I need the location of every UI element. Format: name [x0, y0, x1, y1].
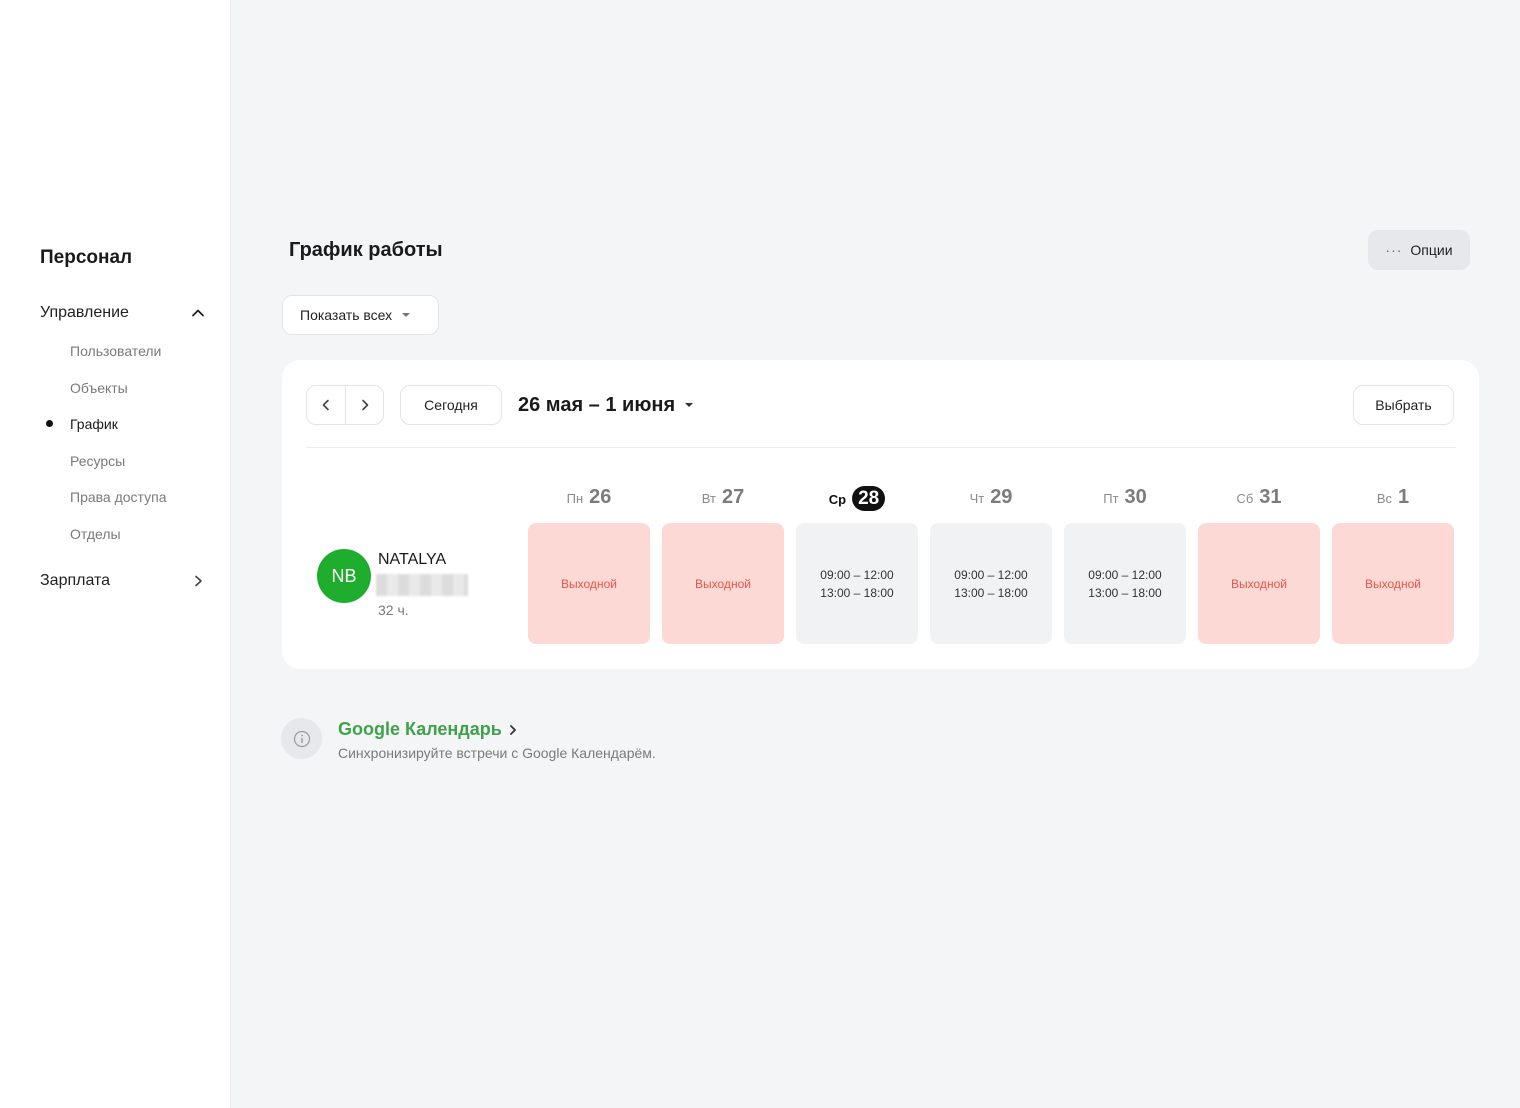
time-slot: 13:00 – 18:00: [820, 585, 894, 600]
info-icon: [281, 718, 322, 759]
chevron-right-icon: [509, 724, 516, 735]
prev-week-button[interactable]: [307, 386, 345, 424]
sidebar-group-salary[interactable]: Зарплата: [40, 568, 205, 594]
day-date: 29: [990, 486, 1013, 508]
page-title: График работы: [289, 239, 443, 261]
sidebar: Персонал Управление Пользователи Объекты…: [0, 0, 231, 1108]
chevron-right-icon: [361, 399, 368, 411]
shift-cell-off[interactable]: Выходной: [662, 523, 784, 644]
show-all-label: Показать всех: [300, 307, 393, 323]
google-calendar-label: Google Календарь: [338, 719, 502, 739]
sidebar-group-label: Зарплата: [40, 572, 111, 589]
day-header: Чт 29: [930, 486, 1052, 512]
day-name: Вт: [701, 491, 716, 506]
day-name: Вс: [1376, 491, 1393, 506]
day-off-label: Выходной: [695, 576, 751, 591]
sidebar-title: Персонал: [40, 247, 133, 268]
day-off-label: Выходной: [561, 576, 617, 591]
day-name: Пт: [1103, 491, 1119, 506]
day-date: 31: [1259, 486, 1282, 508]
redacted-surname: [376, 574, 468, 596]
caret-down-icon: [685, 403, 694, 407]
day-name: Сб: [1236, 491, 1254, 506]
caret-down-icon: [402, 313, 411, 317]
day-header: Вт 27: [662, 486, 784, 512]
sidebar-item-departments[interactable]: Отделы: [70, 524, 121, 544]
day-off-label: Выходной: [1231, 576, 1287, 591]
time-slot: 09:00 – 12:00: [1088, 567, 1162, 582]
week-navigation: [306, 385, 384, 425]
shift-cell-off[interactable]: Выходной: [1198, 523, 1320, 644]
day-date: 27: [721, 486, 745, 508]
today-button[interactable]: Сегодня: [400, 385, 502, 425]
day-name: Чт: [969, 491, 985, 506]
date-range-label: 26 мая – 1 июня: [518, 393, 676, 416]
day-header: Вс 1: [1332, 486, 1454, 512]
sidebar-item-objects[interactable]: Объекты: [70, 378, 128, 398]
google-calendar-description: Синхронизируйте встречи с Google Календа…: [338, 745, 656, 761]
day-date-badge: 28: [852, 486, 886, 511]
day-name: Ср: [828, 492, 847, 507]
google-calendar-link[interactable]: Google Календарь: [338, 719, 518, 740]
day-name: Пн: [566, 491, 584, 506]
employee-name[interactable]: NATALYA: [378, 551, 446, 569]
shift-cell-off[interactable]: Выходной: [528, 523, 650, 644]
sidebar-group-label: Управление: [40, 304, 129, 321]
day-header: Пн 26: [528, 486, 650, 512]
sidebar-item-access-rights[interactable]: Права доступа: [70, 487, 166, 507]
day-off-label: Выходной: [1365, 576, 1421, 591]
active-indicator-dot: [46, 420, 53, 427]
day-header: Пт 30: [1064, 486, 1186, 512]
day-header: Сб 31: [1198, 486, 1320, 512]
more-dots-icon: ···: [1385, 242, 1403, 258]
chevron-up-icon: [191, 306, 205, 320]
chevron-left-icon: [322, 399, 329, 411]
sidebar-item-users[interactable]: Пользователи: [70, 341, 161, 361]
sidebar-group-management[interactable]: Управление: [40, 300, 205, 326]
schedule-card: Сегодня 26 мая – 1 июня Выбрать Пн 26 Вт…: [282, 360, 1479, 669]
day-date: 1: [1398, 486, 1410, 508]
time-slot: 09:00 – 12:00: [954, 567, 1028, 582]
shift-cell-work[interactable]: 09:00 – 12:00 13:00 – 18:00: [796, 523, 918, 644]
day-date: 30: [1124, 486, 1147, 508]
day-header-current: Ср 28: [796, 486, 918, 512]
options-button[interactable]: ··· Опции: [1368, 230, 1470, 270]
select-button[interactable]: Выбрать: [1353, 385, 1454, 425]
time-slot: 13:00 – 18:00: [954, 585, 1028, 600]
next-week-button[interactable]: [345, 386, 383, 424]
chevron-right-icon: [191, 574, 205, 588]
sidebar-item-resources[interactable]: Ресурсы: [70, 451, 125, 471]
shift-cell-work[interactable]: 09:00 – 12:00 13:00 – 18:00: [930, 523, 1052, 644]
time-slot: 09:00 – 12:00: [820, 567, 894, 582]
date-range-picker[interactable]: 26 мая – 1 июня: [518, 393, 694, 417]
day-date: 26: [589, 486, 612, 508]
employee-hours: 32 ч.: [378, 602, 409, 618]
show-all-dropdown[interactable]: Показать всех: [282, 295, 439, 335]
shift-cell-off[interactable]: Выходной: [1332, 523, 1454, 644]
avatar[interactable]: NB: [317, 549, 371, 603]
sidebar-item-schedule[interactable]: График: [70, 414, 118, 434]
shift-cell-work[interactable]: 09:00 – 12:00 13:00 – 18:00: [1064, 523, 1186, 644]
time-slot: 13:00 – 18:00: [1088, 585, 1162, 600]
divider: [306, 447, 1456, 448]
options-label: Опции: [1410, 242, 1453, 258]
